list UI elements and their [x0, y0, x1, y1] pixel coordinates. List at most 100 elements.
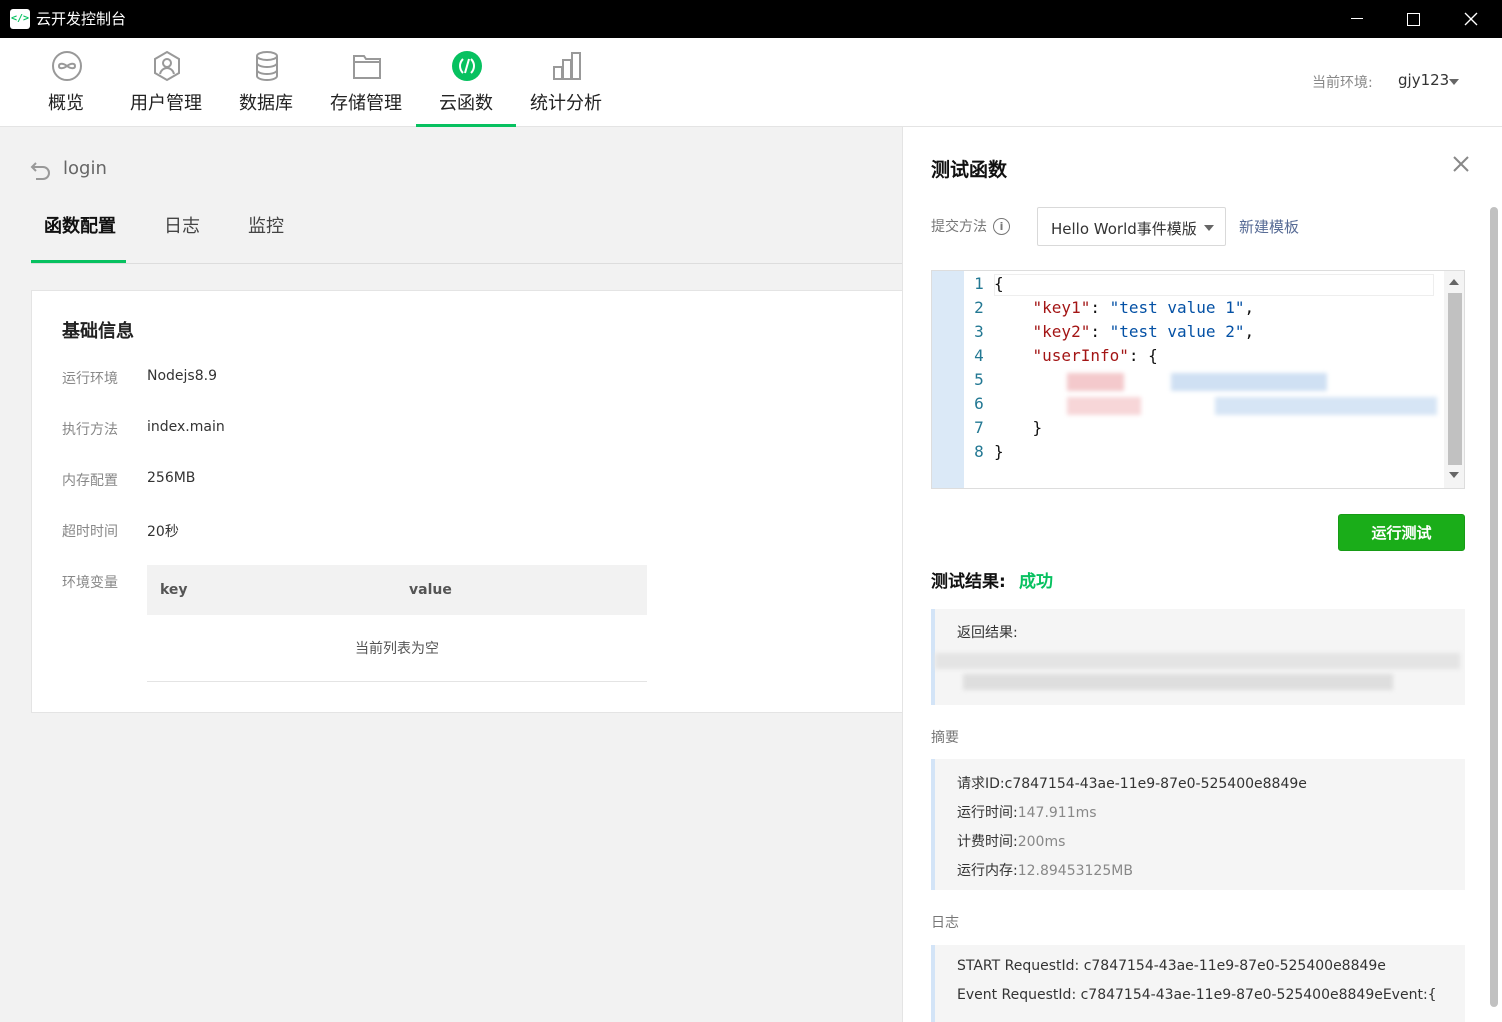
close-icon[interactable] — [1451, 154, 1471, 174]
close-icon — [1464, 12, 1478, 26]
nav-label: 数据库 — [239, 93, 293, 114]
maximize-button[interactable] — [1384, 0, 1442, 38]
active-tab-indicator — [31, 260, 126, 263]
current-line-highlight — [994, 274, 1434, 296]
memory-line: 运行内存:12.89453125MB — [957, 860, 1133, 880]
basic-info-card: 基础信息 运行环境 Nodejs8.9 执行方法 index.main 内存配置… — [31, 290, 902, 713]
line-number: 1 — [974, 274, 984, 293]
run-time-value: 147.911ms — [1017, 805, 1097, 821]
nav-users[interactable]: 用户管理 — [116, 38, 216, 127]
billed-time-value: 200ms — [1017, 834, 1066, 850]
memory-value: 256MB — [147, 470, 196, 486]
run-test-button[interactable]: 运行测试 — [1338, 514, 1465, 551]
top-nav: 概览 用户管理 数据库 存储管理 云函数 统计分析 当前环境: gjy123 — [0, 38, 1502, 127]
runtime-value: Nodejs8.9 — [147, 368, 217, 384]
code-line: { — [994, 274, 1004, 293]
function-tabs: 函数配置 日志 监控 — [31, 197, 902, 264]
line-number: 7 — [974, 418, 984, 437]
env-select[interactable]: gjy123 — [1398, 71, 1449, 89]
tab-config[interactable]: 函数配置 — [44, 214, 116, 240]
column-key: key — [160, 582, 188, 598]
panel-title: 测试函数 — [931, 159, 1008, 181]
code-separator: : — [1090, 322, 1110, 341]
overview-icon — [52, 51, 82, 81]
user-icon — [154, 50, 180, 82]
request-id-label: 请求ID: — [957, 776, 1005, 792]
nav-label: 云函数 — [439, 93, 493, 114]
code-key: "key1" — [1032, 298, 1091, 317]
code-punct: , — [1244, 322, 1255, 341]
return-label: 返回结果: — [957, 625, 1018, 641]
timeout-value: 20秒 — [147, 524, 179, 540]
close-window-button[interactable] — [1442, 0, 1500, 38]
code-punct: : { — [1128, 346, 1158, 365]
panel-scrollbar[interactable] — [1490, 207, 1498, 1007]
code-editor[interactable]: 1 {2 "key1": "test value 1", 3 "key2": "te… — [931, 270, 1465, 489]
result-label: 测试结果: — [931, 572, 1006, 592]
app-icon: </> — [10, 9, 30, 29]
nav-label: 存储管理 — [330, 93, 402, 114]
database-icon — [256, 51, 278, 82]
line-number: 4 — [974, 346, 984, 365]
nav-analytics[interactable]: 统计分析 — [516, 38, 616, 127]
code-punct: , — [1244, 298, 1255, 317]
run-time-label: 运行时间: — [957, 805, 1018, 821]
code-line: } — [994, 418, 1043, 437]
scroll-down-icon[interactable] — [1449, 472, 1459, 478]
return-result-block: 返回结果: — [931, 609, 1465, 705]
column-value: value — [409, 582, 452, 598]
line-number: 8 — [974, 442, 984, 461]
empty-text: 当前列表为空 — [355, 641, 439, 657]
folder-icon — [353, 55, 381, 79]
request-id-line: 请求ID:c7847154-43ae-11e9-87e0-525400e8849… — [957, 773, 1307, 793]
nav-cloud-function[interactable]: 云函数 — [416, 38, 516, 127]
billed-time-label: 计费时间: — [957, 834, 1018, 850]
editor-scrollbar[interactable] — [1444, 271, 1464, 488]
tab-monitor[interactable]: 监控 — [248, 214, 284, 240]
cloud-function-icon — [452, 51, 482, 81]
scroll-thumb[interactable] — [1448, 293, 1462, 465]
card-title: 基础信息 — [62, 321, 134, 342]
nav-overview[interactable]: 概览 — [16, 38, 116, 127]
code-punct: } — [994, 442, 1004, 461]
minimize-button[interactable] — [1328, 0, 1386, 38]
code-key: "key2" — [1032, 322, 1091, 341]
runtime-label: 运行环境 — [62, 371, 118, 387]
window-title: 云开发控制台 — [36, 10, 127, 28]
test-panel: 测试函数 提交方法 i Hello World事件模版 新建模板 1 {2 "ke… — [902, 127, 1502, 1022]
summary-label: 摘要 — [931, 730, 959, 746]
log-line: START RequestId: c7847154-43ae-11e9-87e0… — [957, 958, 1386, 974]
memory-label: 内存配置 — [62, 473, 118, 489]
scroll-up-icon[interactable] — [1449, 279, 1459, 285]
log-label: 日志 — [931, 915, 959, 931]
code-line: "userInfo": { — [994, 346, 1158, 365]
timeout-label: 超时时间 — [62, 524, 118, 540]
code-punct: } — [1032, 418, 1043, 437]
back-icon[interactable] — [30, 160, 52, 180]
new-template-link[interactable]: 新建模板 — [1239, 216, 1299, 237]
template-select[interactable]: Hello World事件模版 — [1037, 207, 1226, 246]
redacted-content — [1067, 397, 1437, 415]
tab-logs[interactable]: 日志 — [164, 214, 200, 240]
summary-block: 请求ID:c7847154-43ae-11e9-87e0-525400e8849… — [931, 759, 1465, 890]
code-punct: { — [994, 274, 1004, 293]
memory-value: 12.89453125MB — [1017, 863, 1133, 879]
info-icon[interactable]: i — [993, 218, 1010, 235]
code-key: "userInfo" — [1032, 346, 1129, 365]
nav-database[interactable]: 数据库 — [216, 38, 316, 127]
code-value: "test value 1" — [1109, 298, 1245, 317]
nav-storage[interactable]: 存储管理 — [316, 38, 416, 127]
function-name: login — [63, 158, 107, 179]
run-time-line: 运行时间:147.911ms — [957, 802, 1097, 822]
table-header: key value — [147, 565, 647, 615]
submit-method-label: 提交方法 — [931, 219, 987, 235]
redacted-content — [963, 674, 1393, 690]
template-selected: Hello World事件模版 — [1051, 220, 1197, 238]
env-label: 当前环境: — [1312, 75, 1373, 91]
line-number: 3 — [974, 322, 984, 341]
nav-label: 统计分析 — [530, 93, 602, 114]
chevron-down-icon[interactable] — [1449, 79, 1459, 85]
